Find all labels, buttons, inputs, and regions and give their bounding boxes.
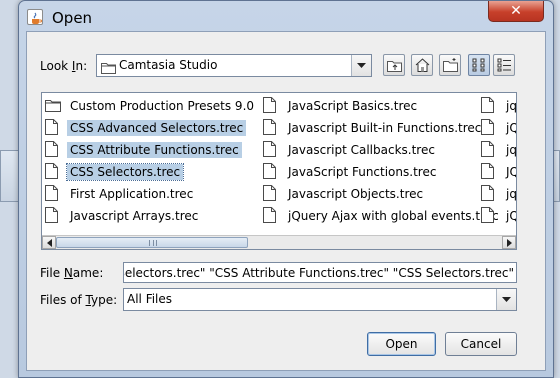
file-name: Javascript Objects.trec [288,187,424,201]
files-of-type-value: All Files [127,292,173,306]
list-item[interactable]: First Application.trec [42,183,257,205]
file-name: jQu [506,209,516,223]
file-name: jqu [506,143,517,157]
home-button[interactable] [411,54,433,76]
file-icon [263,163,281,181]
folder-icon [101,59,116,78]
file-icon [45,119,63,137]
up-folder-icon [387,61,402,72]
list-item[interactable]: Custom Production Presets 9.0 [42,95,257,117]
file-name: Javascript Arrays.trec [70,209,199,223]
details-view-icon [497,58,511,72]
file-icon [481,207,499,225]
details-view-button[interactable] [493,54,515,76]
dialog-title: Open [52,9,93,27]
scroll-left-button[interactable] [42,236,56,249]
list-item[interactable]: Javascript Built-in Functions.trec [260,117,502,139]
list-item[interactable]: jqu [478,139,517,161]
new-folder-icon [443,58,458,72]
file-icon [263,207,281,225]
file-icon [45,141,63,159]
list-item[interactable]: jQu [478,205,516,227]
chevron-down-icon[interactable] [351,55,371,76]
close-icon: ✕ [510,3,522,19]
arrow-right-icon [506,238,512,247]
list-item[interactable]: Javascript Callbacks.trec [260,139,502,161]
file-name: CSS Advanced Selectors.trec [67,120,247,136]
scrollbar-thumb[interactable] [56,237,248,248]
file-name-label: File Name: [40,266,104,280]
file-name: CSS Selectors.trec [65,163,185,181]
file-name: CSS Attribute Functions.trec [67,142,242,158]
close-button[interactable]: ✕ [488,1,544,22]
chevron-down-icon[interactable] [496,289,516,310]
file-icon [45,163,63,181]
file-icon [263,141,281,159]
arrow-left-icon [46,238,52,247]
file-name: JavaScript Basics.trec [288,99,418,113]
list-item[interactable]: jQuery Ajax with global events.trec [260,205,502,227]
file-icon [45,207,63,225]
file-name-input[interactable]: inced Selectors.trec" "CSS Attribute Fun… [123,262,517,283]
files-of-type-label: Files of Type: [40,293,118,307]
file-icon [263,185,281,203]
title-bar[interactable]: Open ✕ [19,1,553,31]
list-view-button[interactable] [468,54,490,76]
file-icon [45,185,63,203]
look-in-value: Camtasia Studio [119,58,218,72]
list-item[interactable]: jqu [478,183,517,205]
file-icon [481,97,499,115]
file-column-3: jqu jQu jqu JQ jqu jQu [478,95,517,227]
list-item[interactable]: CSS Attribute Functions.trec [42,139,257,161]
list-view-icon [472,58,485,72]
file-name: jqu [506,99,517,113]
folder-icon [45,97,63,115]
java-cup-icon [27,9,43,25]
list-item[interactable]: jqu [478,95,517,117]
list-item[interactable]: jQu [478,117,516,139]
file-name: Javascript Built-in Functions.trec [288,121,482,135]
file-icon [481,185,499,203]
new-folder-button[interactable] [439,54,461,76]
file-column-2: JavaScript Basics.trec Javascript Built-i… [260,95,502,227]
list-item[interactable]: JavaScript Functions.trec [260,161,502,183]
list-item[interactable]: CSS Selectors.trec [42,161,257,183]
list-item[interactable]: CSS Advanced Selectors.trec [42,117,257,139]
home-icon [415,58,430,72]
file-name: JavaScript Functions.trec [288,165,437,179]
file-name: Javascript Callbacks.trec [288,143,435,157]
file-column-1: Custom Production Presets 9.0 CSS Advance… [42,95,257,227]
file-name: jqu [506,187,517,201]
cancel-button[interactable]: Cancel [445,332,517,356]
file-icon [481,119,499,137]
list-item[interactable]: Javascript Objects.trec [260,183,502,205]
list-item[interactable]: JQ [478,161,516,183]
file-icon [481,163,499,181]
files-of-type-combo[interactable]: All Files [123,288,517,311]
file-name: JQ [506,165,516,179]
file-name: jQu [506,121,516,135]
file-name: Custom Production Presets 9.0 [70,99,255,113]
list-item[interactable]: Javascript Arrays.trec [42,205,257,227]
file-icon [263,97,281,115]
file-name: First Application.trec [70,187,194,201]
open-dialog: Open ✕ Look In: Camtasia Studio Custom P… [18,0,554,378]
file-icon [263,119,281,137]
scroll-right-button[interactable] [502,236,516,249]
dialog-body: Look In: Camtasia Studio Custom Producti… [26,31,546,371]
up-one-level-button[interactable] [383,54,405,76]
file-name: jQuery Ajax with global events.trec [288,209,499,223]
grip-icon [149,240,157,246]
look-in-combo[interactable]: Camtasia Studio [96,54,372,77]
file-list[interactable]: Custom Production Presets 9.0 CSS Advance… [41,92,517,250]
list-item[interactable]: JavaScript Basics.trec [260,95,502,117]
file-icon [481,141,499,159]
horizontal-scrollbar[interactable] [42,235,516,249]
file-name-value: inced Selectors.trec" "CSS Attribute Fun… [123,266,514,280]
look-in-label: Look In: [40,59,88,73]
open-button[interactable]: Open [367,332,436,356]
